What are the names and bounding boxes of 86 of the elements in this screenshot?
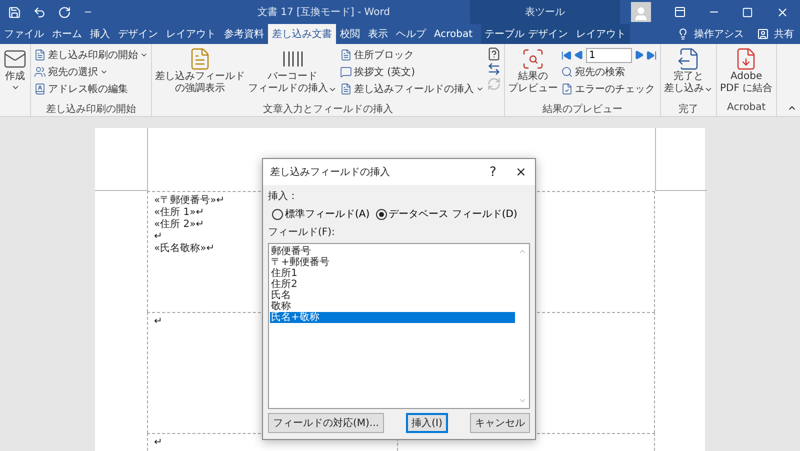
close-icon[interactable] (776, 6, 789, 18)
search-icon (561, 66, 573, 78)
ribbon-button[interactable]: 完了と 差し込み (664, 47, 713, 95)
first-record-icon[interactable] (561, 50, 572, 60)
document-question-icon[interactable] (487, 47, 501, 61)
record-number-field[interactable]: 1 (586, 48, 632, 62)
ribbon-tab[interactable]: レイアウト (572, 24, 630, 44)
ribbon-tab[interactable]: Acrobat (430, 24, 477, 44)
ribbon-button[interactable]: 結果の プレビュー (508, 47, 558, 95)
cell-text: ↵ (154, 231, 162, 242)
next-record-icon[interactable] (634, 50, 644, 60)
group-label: 完了 (678, 102, 700, 116)
ribbon-button[interactable]: アドレス帳の編集 (34, 81, 148, 97)
cell-text: «氏名敬称»↵ (154, 243, 215, 255)
window-title: 文書 17 [互換モード] - Word (257, 6, 390, 19)
tell-me-field[interactable]: 操作アシス (694, 27, 744, 41)
document-icon (340, 83, 352, 95)
ribbon-tab[interactable]: 表示 (364, 24, 392, 44)
share-button[interactable]: 共有 (774, 27, 794, 41)
group-label: 結果のプレビュー (542, 102, 624, 116)
ribbon-tab[interactable]: ファイル (0, 24, 48, 44)
ribbon-tab[interactable]: デザイン (114, 24, 162, 44)
cell-text: ↵ (154, 316, 162, 328)
ribbon-button[interactable]: Adobe PDF に結合 (720, 47, 773, 95)
ribbon-tab[interactable]: 差し込み文書 (268, 24, 336, 44)
ribbon-tab[interactable]: レイアウト (162, 24, 220, 44)
ribbon-button[interactable]: エラーのチェック (561, 81, 657, 97)
cell-text: «〒郵便番号»↵ (154, 195, 225, 206)
document-arrow-icon (676, 47, 700, 71)
ribbon-button[interactable]: 差し込みフィールド の強調表示 (155, 47, 245, 95)
radio-option[interactable]: データベース フィールド(D) (376, 207, 518, 221)
help-button[interactable]: ? (479, 164, 507, 180)
lightbulb-icon[interactable] (677, 28, 689, 40)
avatar[interactable] (631, 2, 652, 22)
document-check-icon (561, 83, 573, 95)
ribbon-tab[interactable]: 参考資料 (220, 24, 268, 44)
dialog-button[interactable]: フィールドの対応(M)... (268, 413, 384, 433)
ribbon-button[interactable]: 宛先の選択 (34, 64, 148, 80)
redo-icon[interactable] (58, 6, 71, 18)
speech-bubble-icon (340, 66, 352, 78)
ribbon-display-icon[interactable] (674, 6, 686, 18)
ribbon-button[interactable]: 作成 (3, 47, 27, 92)
ribbon-button[interactable]: 差し込み印刷の開始 (34, 47, 148, 63)
ribbon-button[interactable]: 差し込みフィールドの挿入 (340, 81, 484, 97)
arrows-icon[interactable] (487, 62, 501, 76)
address-book-icon (34, 83, 46, 95)
ribbon-button[interactable]: 住所ブロック (340, 47, 484, 63)
ribbon-tab[interactable]: テーブル デザイン (480, 24, 572, 44)
ribbon-button[interactable]: バーコード フィールドの挿入 (248, 47, 337, 95)
people-icon (34, 66, 46, 78)
list-item[interactable]: 氏名 (270, 290, 515, 301)
group-label: Acrobat (726, 102, 767, 115)
contextual-tab-header: 表ツール (470, 0, 620, 24)
save-icon[interactable] (8, 6, 21, 18)
close-button[interactable]: × (507, 164, 535, 180)
group-label: 文章入力とフィールドの挿入 (262, 102, 394, 116)
document-icon (340, 49, 352, 61)
last-record-icon[interactable] (646, 50, 657, 60)
insert-label: 挿入： (268, 190, 299, 203)
maximize-icon[interactable] (742, 6, 754, 18)
list-item[interactable]: 〒+郵便番号 (270, 257, 515, 268)
ribbon-button[interactable]: 宛先の検索 (561, 64, 657, 80)
cell-text: «住所 2»↵ (154, 219, 204, 231)
person-icon[interactable] (757, 28, 769, 40)
magnifier-icon (521, 47, 545, 71)
list-item[interactable]: 敬称 (270, 301, 515, 312)
undo-icon[interactable] (33, 6, 46, 18)
radio-option[interactable]: 標準フィールド(A) (272, 207, 370, 221)
previous-record-icon[interactable] (574, 50, 584, 60)
list-item[interactable]: 郵便番号 (270, 246, 515, 257)
list-item[interactable]: 住所1 (270, 268, 515, 279)
dialog-button[interactable]: 挿入(I) (406, 413, 448, 433)
ribbon-tab[interactable]: 挿入 (86, 24, 114, 44)
dialog-title: 差し込みフィールドの挿入 (270, 166, 391, 179)
list-item[interactable]: 住所2 (270, 279, 515, 290)
cell-text: «住所 1»↵ (154, 207, 204, 218)
document-icon (34, 49, 46, 61)
group-label: 差し込み印刷の開始 (45, 102, 137, 116)
ribbon-tab[interactable]: ホーム (48, 24, 86, 44)
cell-text: ↵ (154, 437, 162, 449)
ribbon-button[interactable]: 挨拶文 (英文) (340, 64, 484, 80)
field-label: フィールド(F): (268, 226, 336, 239)
ribbon-tab[interactable]: 校閲 (336, 24, 364, 44)
ribbon-tab[interactable]: ヘルプ (392, 24, 430, 44)
dialog-button[interactable]: キャンセル (470, 413, 530, 433)
list-item[interactable]: 氏名+敬称 (270, 312, 515, 323)
